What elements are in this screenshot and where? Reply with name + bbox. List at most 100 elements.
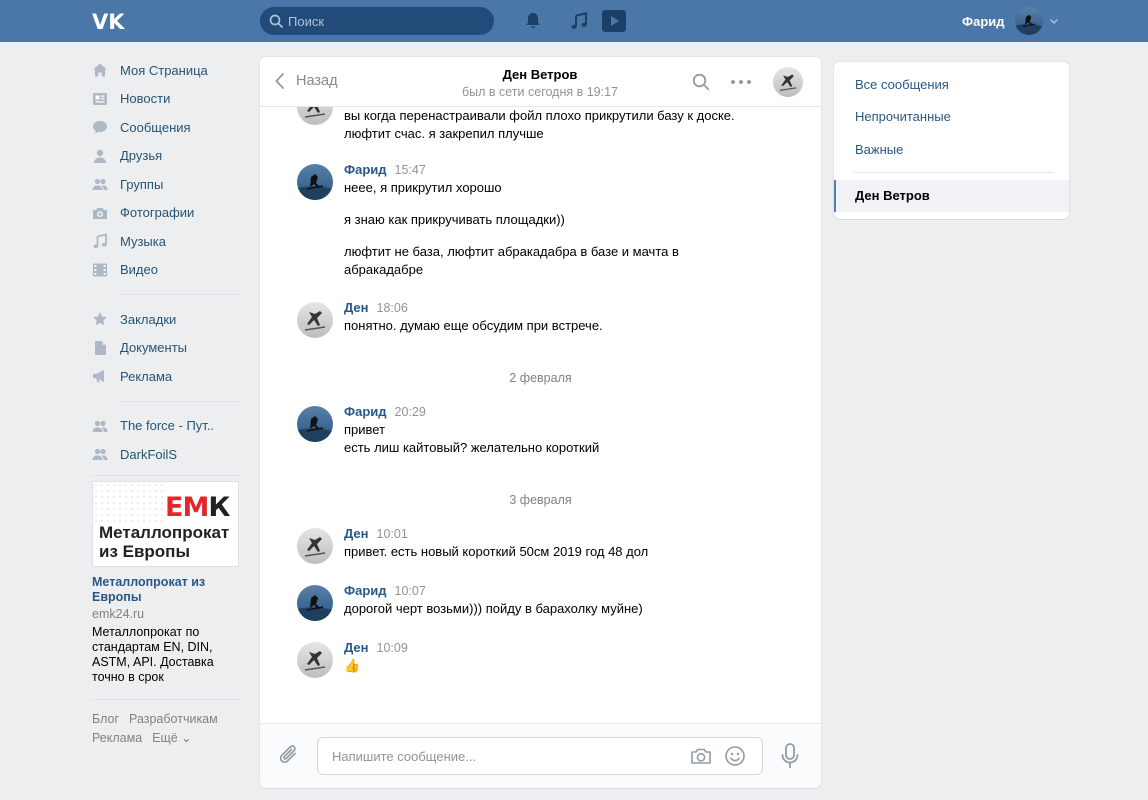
group-icon xyxy=(92,449,108,461)
search-box[interactable] xyxy=(260,7,494,35)
active-conversation[interactable]: Ден Ветров xyxy=(834,180,1069,212)
message-header: Фарид 10:07 xyxy=(344,583,744,600)
megaphone-icon xyxy=(93,370,104,383)
ad-title[interactable]: Металлопрокат из Европы xyxy=(92,575,240,605)
message-text: вы когда перенастраивали фойл плохо прик… xyxy=(344,108,735,141)
ad-image[interactable]: ЕМК Металлопрокат из Европы xyxy=(92,480,239,567)
nav-label: Музыка xyxy=(120,233,166,249)
sidebar-divider xyxy=(120,400,240,402)
message-text: есть лиш кайтовый? желательно короткий xyxy=(344,440,600,455)
footer-ads[interactable]: Реклама xyxy=(92,731,142,745)
ad-description: Металлопрокат по стандартам EN, DIN, AST… xyxy=(92,624,214,684)
message-author[interactable]: Ден xyxy=(344,640,369,655)
message-text: неее, я прикрутил хорошо xyxy=(344,180,502,195)
nav-video[interactable]: Видео xyxy=(92,256,240,285)
message-avatar[interactable] xyxy=(297,585,333,621)
message-author[interactable]: Фарид xyxy=(344,404,387,419)
music-icon xyxy=(93,233,107,249)
back-label: Назад xyxy=(296,73,338,89)
message-header: Ден 10:09 xyxy=(344,640,744,657)
search-icon[interactable] xyxy=(692,73,710,91)
message-time: 10:09 xyxy=(376,641,408,655)
camera-icon xyxy=(93,207,107,219)
peer-info[interactable]: Ден Ветров был в сети сегодня в 19:17 xyxy=(410,67,670,99)
message-author[interactable]: Фарид xyxy=(344,162,387,177)
message-body: Фарид 15:47 неее, я прикрутил хорошо я зн… xyxy=(344,162,744,279)
message-avatar[interactable] xyxy=(297,302,333,338)
nav-label: The force - Пут.. xyxy=(120,418,215,434)
nav-groups[interactable]: Группы xyxy=(92,170,240,199)
thumbs-up-icon: 👍 xyxy=(344,658,361,673)
star-icon xyxy=(93,312,107,326)
footer-developers[interactable]: Разработчикам xyxy=(129,712,218,726)
user-avatar xyxy=(1014,7,1043,35)
emoji-icon[interactable] xyxy=(724,745,746,767)
filter-unread[interactable]: Непрочитанные xyxy=(834,101,1069,133)
paperclip-icon[interactable] xyxy=(278,743,300,767)
peer-status: был в сети сегодня в 19:17 xyxy=(462,85,618,99)
play-icon[interactable] xyxy=(602,10,626,32)
message-author[interactable]: Ден xyxy=(344,300,369,315)
nav-news[interactable]: Новости xyxy=(92,85,240,114)
more-icon[interactable] xyxy=(730,73,752,91)
message-body: Фарид 20:29 привет есть лиш кайтовый? жел… xyxy=(344,404,744,457)
camera-icon[interactable] xyxy=(690,746,712,766)
nav-community-darkfoils[interactable]: DarkFoilS xyxy=(92,440,240,469)
message-avatar[interactable] xyxy=(297,164,333,200)
bell-icon[interactable] xyxy=(523,11,543,31)
nav-community-the-force[interactable]: The force - Пут.. xyxy=(92,412,240,441)
nav-ads[interactable]: Реклама xyxy=(92,362,240,391)
nav-music[interactable]: Музыка xyxy=(92,227,240,256)
top-bar: VK Фарид xyxy=(0,0,1148,42)
message-avatar[interactable] xyxy=(297,528,333,564)
message-author[interactable]: Ден xyxy=(344,526,369,541)
message-body: Ден 10:09 👍 xyxy=(344,640,744,675)
nav-bookmarks[interactable]: Закладки xyxy=(92,305,240,334)
message-avatar[interactable] xyxy=(297,406,333,442)
nav-label: Новости xyxy=(120,91,171,107)
message-history[interactable]: вы когда перенастраивали фойл плохо прик… xyxy=(260,97,821,723)
music-note-icon[interactable] xyxy=(569,11,589,31)
video-icon xyxy=(93,263,107,277)
message-body: Фарид 10:07 дорогой черт возьми))) пойду … xyxy=(344,583,744,618)
left-sidebar: Моя Страница Новости Сообщения Друзья Гр… xyxy=(92,56,240,748)
footer-more[interactable]: Ещё ⌄ xyxy=(152,731,192,745)
message-time: 15:47 xyxy=(394,163,426,177)
panel-divider xyxy=(854,172,1054,173)
sidebar-divider xyxy=(92,474,240,476)
nav-documents[interactable]: Документы xyxy=(92,334,240,363)
nav-label: Реклама xyxy=(120,368,173,384)
message-author[interactable]: Фарид xyxy=(344,583,387,598)
search-input[interactable] xyxy=(288,7,484,35)
message-time: 20:29 xyxy=(394,405,426,419)
back-button[interactable]: Назад xyxy=(274,72,338,90)
message-text: привет xyxy=(344,422,386,437)
ad-logo-em: ЕМ xyxy=(165,491,209,523)
messages-icon xyxy=(93,121,107,134)
vk-logo-icon[interactable]: VK xyxy=(92,11,126,31)
peer-name: Ден Ветров xyxy=(502,67,578,82)
ad-pattern xyxy=(93,481,163,522)
nav-photos[interactable]: Фотографии xyxy=(92,199,240,228)
user-menu[interactable]: Фарид xyxy=(962,7,1059,35)
microphone-icon[interactable] xyxy=(779,742,801,770)
message-avatar[interactable] xyxy=(297,642,333,678)
peer-avatar[interactable] xyxy=(773,67,803,97)
message-body: Ден 10:01 привет. есть новый короткий 50с… xyxy=(344,526,744,561)
filter-important[interactable]: Важные xyxy=(834,134,1069,166)
chevron-left-icon xyxy=(275,73,284,89)
nav-messages[interactable]: Сообщения xyxy=(92,113,240,142)
friends-icon xyxy=(94,149,106,163)
message-header: Ден 10:01 xyxy=(344,526,744,543)
ad-image-text: Металлопрокат из Европы xyxy=(99,523,229,561)
filter-all-messages[interactable]: Все сообщения xyxy=(834,69,1069,101)
ad-logo-k: К xyxy=(208,491,230,523)
nav-friends[interactable]: Друзья xyxy=(92,142,240,171)
message-input-box[interactable] xyxy=(317,737,763,775)
right-panel: Все сообщения Непрочитанные Важные Ден В… xyxy=(834,62,1069,219)
day-divider: 2 февраля xyxy=(509,371,572,385)
nav-my-page[interactable]: Моя Страница xyxy=(92,56,240,85)
message-input[interactable] xyxy=(332,738,682,774)
chat-panel: Назад Ден Ветров был в сети сегодня в 19… xyxy=(260,57,821,788)
footer-blog[interactable]: Блог xyxy=(92,712,119,726)
